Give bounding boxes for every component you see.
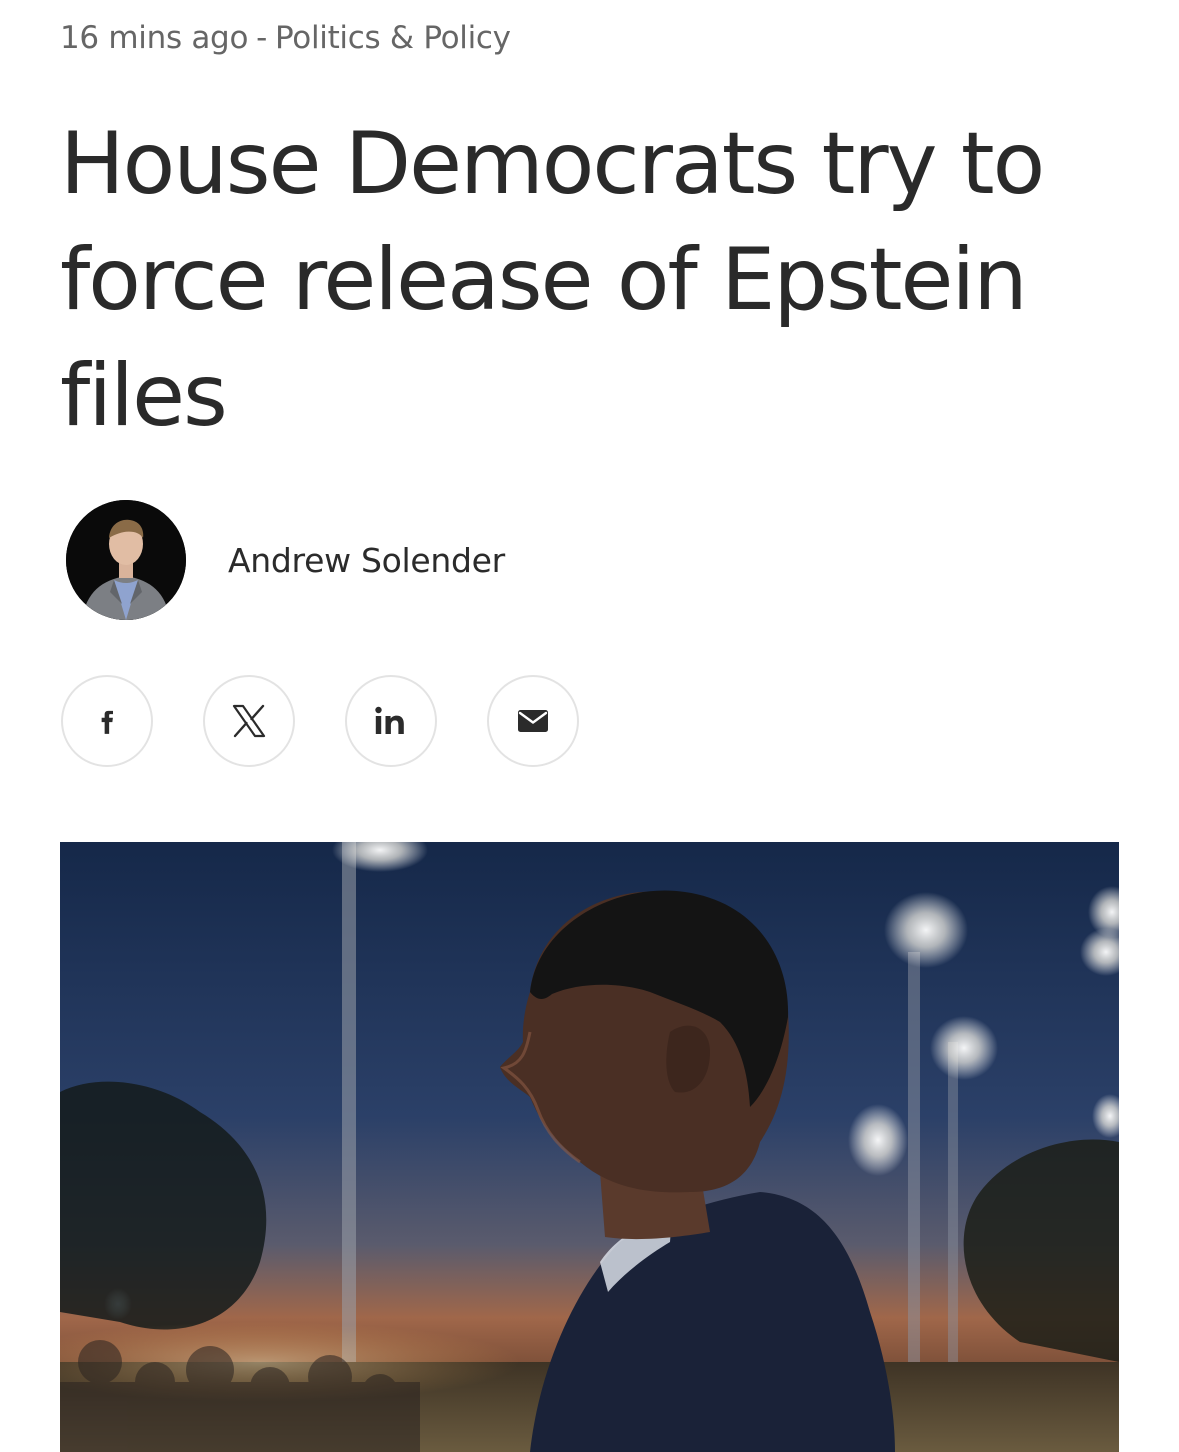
share-email-button[interactable] [487, 675, 579, 767]
byline: Andrew Solender [66, 500, 505, 620]
share-linkedin-button[interactable] [345, 675, 437, 767]
article-meta: 16 mins ago - Politics & Policy [60, 18, 511, 58]
x-icon [232, 704, 266, 738]
author-avatar[interactable] [66, 500, 186, 620]
author-name[interactable]: Andrew Solender [228, 541, 505, 580]
mail-icon [518, 710, 548, 732]
share-bar [61, 675, 579, 767]
linkedin-icon [375, 706, 404, 734]
hero-image [60, 842, 1119, 1452]
share-facebook-button[interactable] [61, 675, 153, 767]
meta-separator: - [256, 20, 267, 56]
article-headline: House Democrats try to force release of … [60, 114, 1045, 446]
category-link[interactable]: Politics & Policy [275, 20, 511, 56]
share-x-button[interactable] [203, 675, 295, 767]
time-ago: 16 mins ago [60, 20, 249, 56]
facebook-icon [101, 710, 113, 734]
